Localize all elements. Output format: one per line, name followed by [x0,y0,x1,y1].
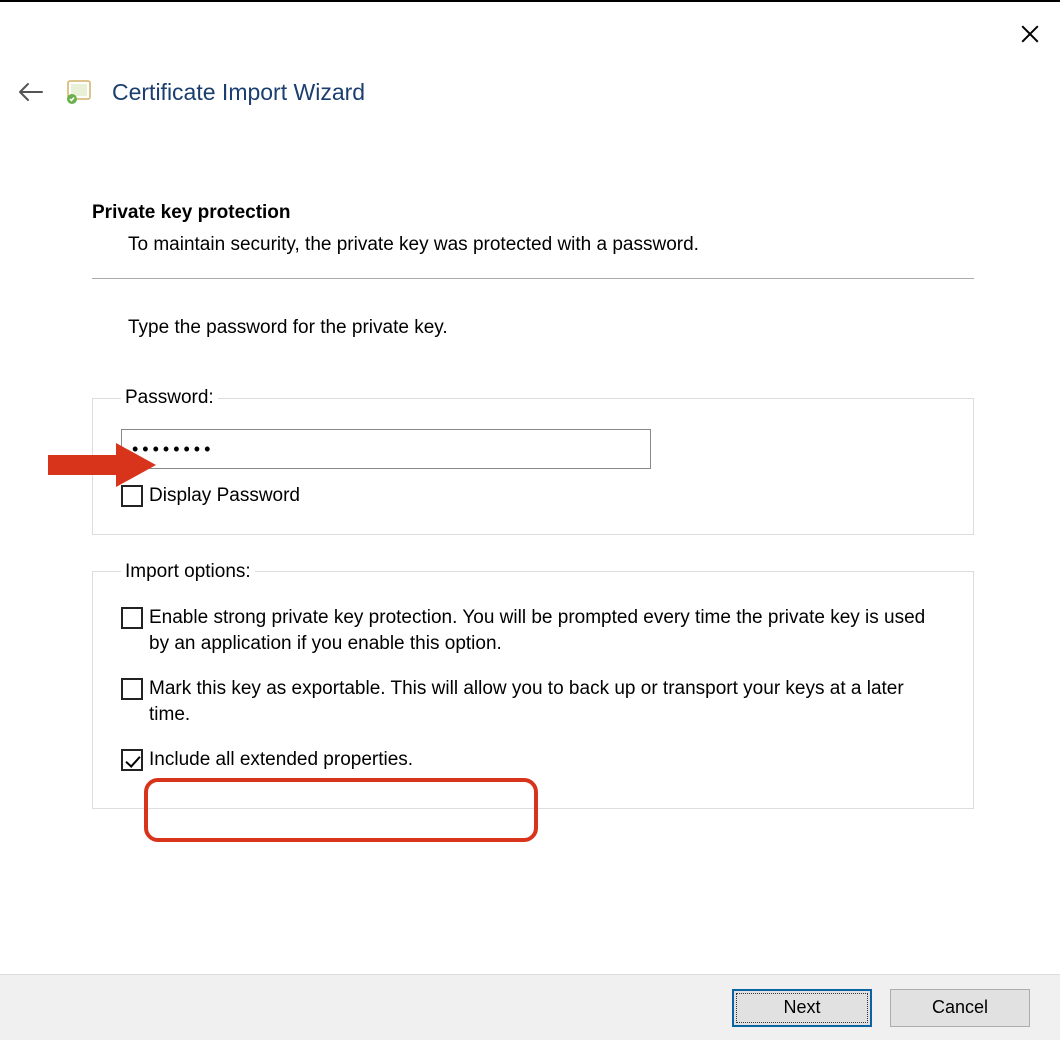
section-description: To maintain security, the private key wa… [128,234,974,256]
close-icon[interactable] [1016,20,1044,48]
display-password-checkbox[interactable] [121,485,143,507]
wizard-title: Certificate Import Wizard [112,79,365,106]
section-heading: Private key protection [92,202,974,224]
back-button[interactable] [16,77,46,107]
import-options-legend: Import options: [121,561,255,583]
include-extended-label: Include all extended properties. [149,747,413,774]
prompt-text: Type the password for the private key. [128,317,974,339]
password-legend: Password: [121,387,218,409]
import-options-fieldset: Import options: Enable strong private ke… [92,561,974,809]
next-button[interactable]: Next [732,989,872,1027]
password-input[interactable] [121,429,651,469]
strong-protection-label: Enable strong private key protection. Yo… [149,605,945,658]
strong-protection-checkbox[interactable] [121,607,143,629]
display-password-label: Display Password [149,483,300,510]
include-extended-checkbox[interactable] [121,749,143,771]
password-fieldset: Password: Display Password [92,387,974,535]
certificate-wizard-icon [64,77,94,107]
wizard-header: Certificate Import Wizard [16,77,365,107]
divider [92,278,974,279]
footer: Next Cancel [0,974,1060,1040]
mark-exportable-checkbox[interactable] [121,678,143,700]
mark-exportable-label: Mark this key as exportable. This will a… [149,676,945,729]
cancel-button[interactable]: Cancel [890,989,1030,1027]
